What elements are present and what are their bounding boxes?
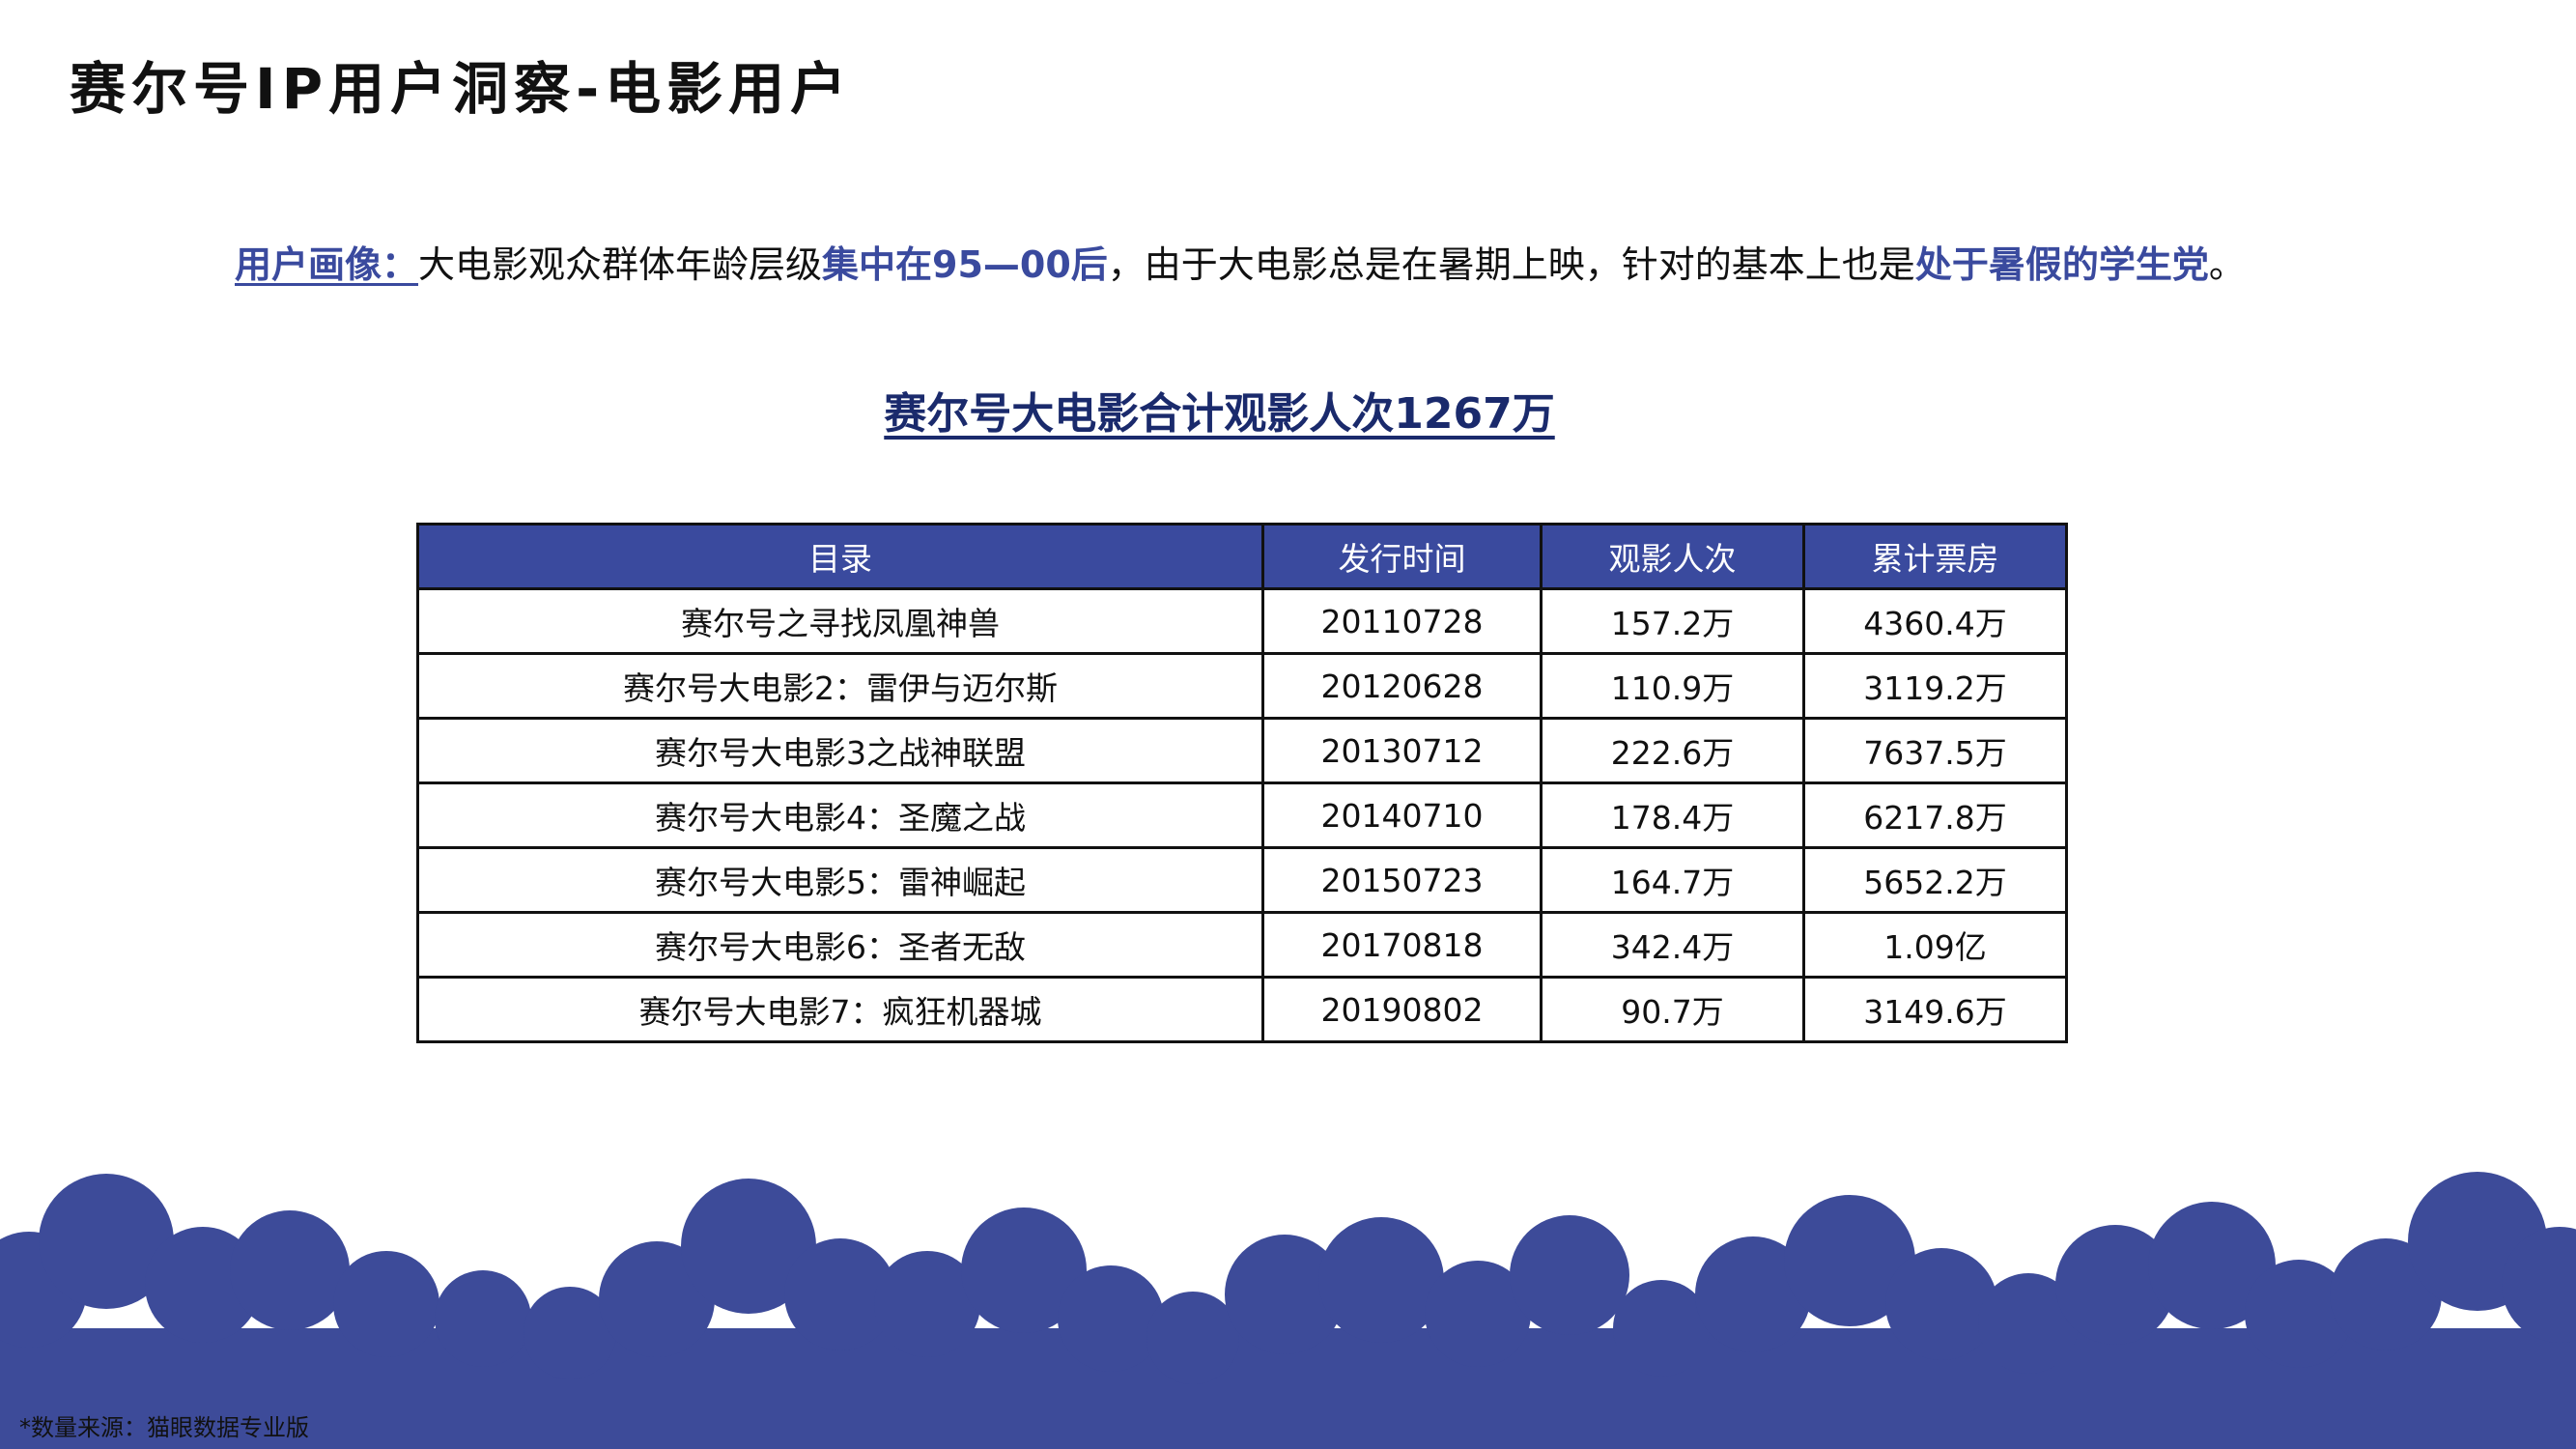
- cell-title: 赛尔号大电影6：圣者无敌: [416, 911, 1264, 979]
- page-title: 赛尔号IP用户洞察-电影用户: [70, 56, 853, 122]
- cell-admissions: 342.4万: [1540, 911, 1805, 979]
- table-row: 赛尔号大电影6：圣者无敌 20170818 342.4万 1.09亿: [416, 911, 2068, 979]
- cell-release-date: 20130712: [1261, 717, 1543, 784]
- cell-box-office: 3119.2万: [1802, 652, 2068, 720]
- cell-release-date: 20190802: [1261, 976, 1543, 1043]
- insight-highlight-students: 处于暑假的学生党: [1914, 243, 2209, 286]
- cell-release-date: 20110728: [1261, 587, 1543, 655]
- cell-admissions: 110.9万: [1540, 652, 1805, 720]
- table-row: 赛尔号大电影2：雷伊与迈尔斯 20120628 110.9万 3119.2万: [416, 652, 2068, 720]
- table-row: 赛尔号大电影5：雷神崛起 20150723 164.7万 5652.2万: [416, 846, 2068, 914]
- cell-release-date: 20120628: [1261, 652, 1543, 720]
- cell-title: 赛尔号大电影5：雷神崛起: [416, 846, 1264, 914]
- insight-label: 用户画像：: [235, 243, 419, 286]
- cell-admissions: 164.7万: [1540, 846, 1805, 914]
- insight-highlight-age: 集中在95—00后: [822, 243, 1108, 286]
- data-source-note: *数量来源：猫眼数据专业版: [19, 1414, 309, 1441]
- cell-box-office: 1.09亿: [1802, 911, 2068, 979]
- cell-box-office: 3149.6万: [1802, 976, 2068, 1043]
- cell-release-date: 20150723: [1261, 846, 1543, 914]
- cell-title: 赛尔号大电影7：疯狂机器城: [416, 976, 1264, 1043]
- table-row: 赛尔号之寻找凤凰神兽 20110728 157.2万 4360.4万: [416, 587, 2068, 655]
- cell-title: 赛尔号大电影2：雷伊与迈尔斯: [416, 652, 1264, 720]
- cell-box-office: 6217.8万: [1802, 781, 2068, 849]
- header-release-date: 发行时间: [1261, 523, 1543, 590]
- cell-release-date: 20140710: [1261, 781, 1543, 849]
- cell-title: 赛尔号之寻找凤凰神兽: [416, 587, 1264, 655]
- header-admissions: 观影人次: [1540, 523, 1805, 590]
- insight-text-1: 大电影观众群体年龄层级: [418, 243, 823, 286]
- table-header-row: 目录 发行时间 观影人次 累计票房: [416, 523, 2068, 590]
- insight-text-3: 。: [2208, 243, 2246, 286]
- cell-admissions: 90.7万: [1540, 976, 1805, 1043]
- cell-admissions: 222.6万: [1540, 717, 1805, 784]
- cell-title: 赛尔号大电影4：圣魔之战: [416, 781, 1264, 849]
- cell-admissions: 178.4万: [1540, 781, 1805, 849]
- cell-release-date: 20170818: [1261, 911, 1543, 979]
- insight-text-2: ，由于大电影总是在暑期上映，针对的基本上也是: [1107, 243, 1915, 286]
- cell-box-office: 4360.4万: [1802, 587, 2068, 655]
- section-subtitle: 赛尔号大电影合计观影人次1267万: [884, 389, 1555, 439]
- header-box-office: 累计票房: [1802, 523, 2068, 590]
- cell-admissions: 157.2万: [1540, 587, 1805, 655]
- table-row: 赛尔号大电影7：疯狂机器城 20190802 90.7万 3149.6万: [416, 976, 2068, 1043]
- table-row: 赛尔号大电影3之战神联盟 20130712 222.6万 7637.5万: [416, 717, 2068, 784]
- cell-title: 赛尔号大电影3之战神联盟: [416, 717, 1264, 784]
- cell-box-office: 5652.2万: [1802, 846, 2068, 914]
- insight-paragraph: 用户画像：大电影观众群体年龄层级集中在95—00后，由于大电影总是在暑期上映，针…: [235, 242, 2246, 289]
- cell-box-office: 7637.5万: [1802, 717, 2068, 784]
- header-title: 目录: [416, 523, 1264, 590]
- table-row: 赛尔号大电影4：圣魔之战 20140710 178.4万 6217.8万: [416, 781, 2068, 849]
- cloud-decoration: [0, 1172, 2576, 1449]
- movie-table: 目录 发行时间 观影人次 累计票房 赛尔号之寻找凤凰神兽 20110728 15…: [416, 523, 2068, 1043]
